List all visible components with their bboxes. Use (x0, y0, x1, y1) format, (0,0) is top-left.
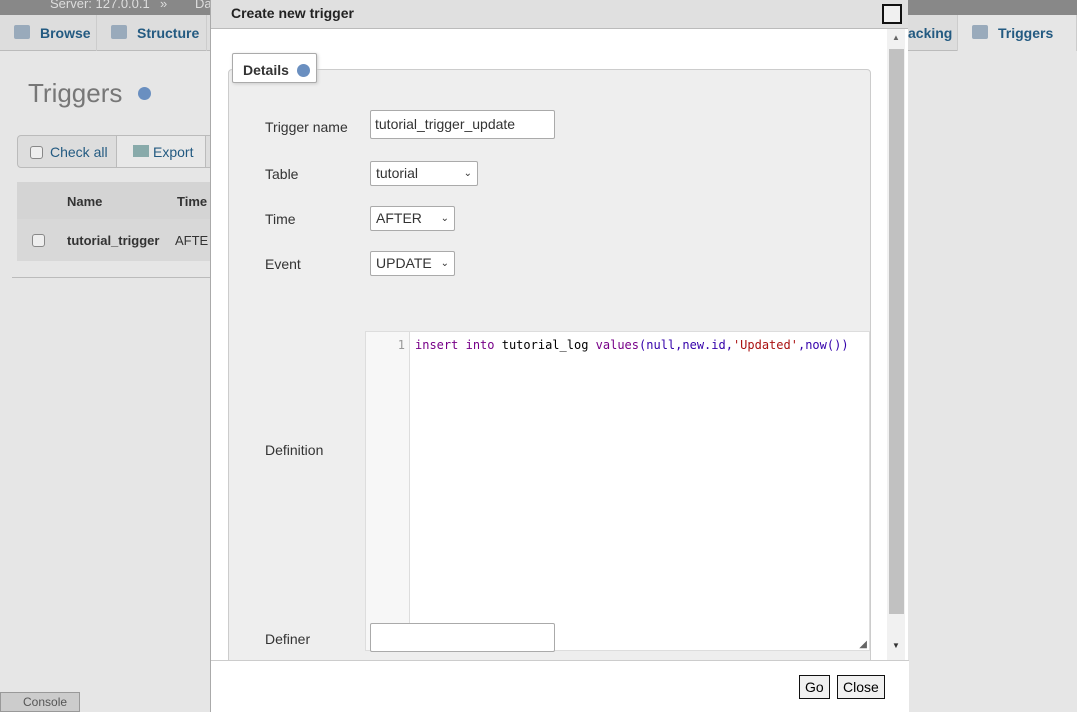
scroll-down-icon[interactable]: ▼ (892, 641, 900, 650)
tab-label: Structure (137, 25, 200, 41)
tab-browse[interactable]: Browse (0, 15, 97, 51)
trigger-name-label: Trigger name (265, 119, 348, 135)
dialog-footer: Go Close (211, 660, 909, 712)
page-title: Triggers (28, 78, 151, 109)
code-token: insert (415, 338, 459, 352)
definer-label: Definer (265, 631, 311, 647)
tab-structure[interactable]: Structure (97, 15, 207, 51)
check-all-checkbox[interactable] (30, 146, 43, 159)
definition-editor[interactable]: 1 insert into tutorial_log values(null,n… (365, 331, 870, 651)
table-select[interactable]: tutorial ⌄ (370, 161, 478, 186)
console-label: Console (23, 695, 68, 709)
column-time[interactable]: Time (177, 194, 207, 209)
code-token: into (465, 338, 495, 352)
tab-label: acking (908, 25, 953, 41)
check-all-label[interactable]: Check all (50, 144, 108, 160)
code-token: tutorial_log (494, 338, 596, 352)
resize-handle-icon[interactable]: ◢ (859, 639, 867, 650)
event-value: UPDATE (376, 255, 432, 271)
event-label: Event (265, 256, 301, 272)
table-row: tutorial_trigger AFTE (17, 219, 217, 261)
time-label: Time (265, 211, 296, 227)
breadcrumb-server[interactable]: Server: 127.0.0.1 (50, 0, 150, 10)
export-icon (133, 145, 149, 157)
tab-triggers[interactable]: Triggers (958, 15, 1077, 51)
definer-input[interactable] (370, 623, 555, 652)
scrollbar[interactable]: ▲ ▼ (887, 29, 905, 660)
chevron-down-icon: ⌄ (440, 213, 449, 224)
scroll-up-icon[interactable]: ▲ (892, 33, 900, 42)
divider (12, 277, 212, 278)
help-icon[interactable] (296, 64, 310, 77)
export-button[interactable]: Export (116, 136, 206, 167)
code-token: (null,new.id, (639, 338, 733, 352)
create-trigger-dialog: Create new trigger Trigger name tutorial… (210, 0, 909, 712)
triggers-icon (972, 25, 988, 39)
time-value: AFTER (376, 210, 422, 226)
chevron-down-icon: ⌄ (463, 168, 472, 179)
definition-label: Definition (265, 442, 324, 458)
tab-label: Browse (40, 25, 91, 41)
code-token: 'Updated' (732, 338, 798, 352)
dialog-content: Trigger name tutorial_trigger_update Tab… (211, 29, 888, 660)
trigger-name-input[interactable]: tutorial_trigger_update (370, 110, 555, 139)
close-dialog-button[interactable] (882, 4, 902, 24)
trigger-name-cell: tutorial_trigger (67, 233, 160, 248)
table-value: tutorial (376, 165, 419, 181)
toolbar: Check all Export (17, 135, 217, 168)
details-legend: Details (232, 53, 317, 83)
chevron-down-icon: ⌄ (440, 252, 449, 275)
line-numbers: 1 (366, 332, 410, 650)
code-token: ,now()) (797, 338, 849, 352)
close-button[interactable]: Close (837, 675, 885, 699)
console-button[interactable]: Console (0, 692, 80, 712)
details-fieldset: Trigger name tutorial_trigger_update Tab… (228, 69, 871, 660)
code-token: values (595, 338, 640, 352)
table-header: Name Time (17, 182, 217, 219)
tab-label: Triggers (998, 25, 1054, 41)
export-label: Export (153, 144, 194, 160)
column-name[interactable]: Name (67, 194, 102, 209)
structure-icon (111, 25, 127, 39)
code-line: insert into tutorial_log values(null,new… (415, 332, 849, 358)
event-select[interactable]: UPDATE ⌄ (370, 251, 455, 276)
time-select[interactable]: AFTER ⌄ (370, 206, 455, 231)
row-checkbox[interactable] (32, 234, 45, 247)
page-title-text: Triggers (28, 78, 123, 108)
breadcrumb-separator: » (160, 0, 168, 11)
table-label: Table (265, 166, 299, 182)
go-button[interactable]: Go (799, 675, 830, 699)
legend-text: Details (243, 62, 289, 78)
dialog-title: Create new trigger (211, 0, 908, 29)
table-icon (14, 25, 30, 39)
trigger-time-cell: AFTE (175, 233, 209, 248)
scrollbar-thumb[interactable] (889, 49, 904, 614)
help-icon[interactable] (137, 87, 151, 100)
